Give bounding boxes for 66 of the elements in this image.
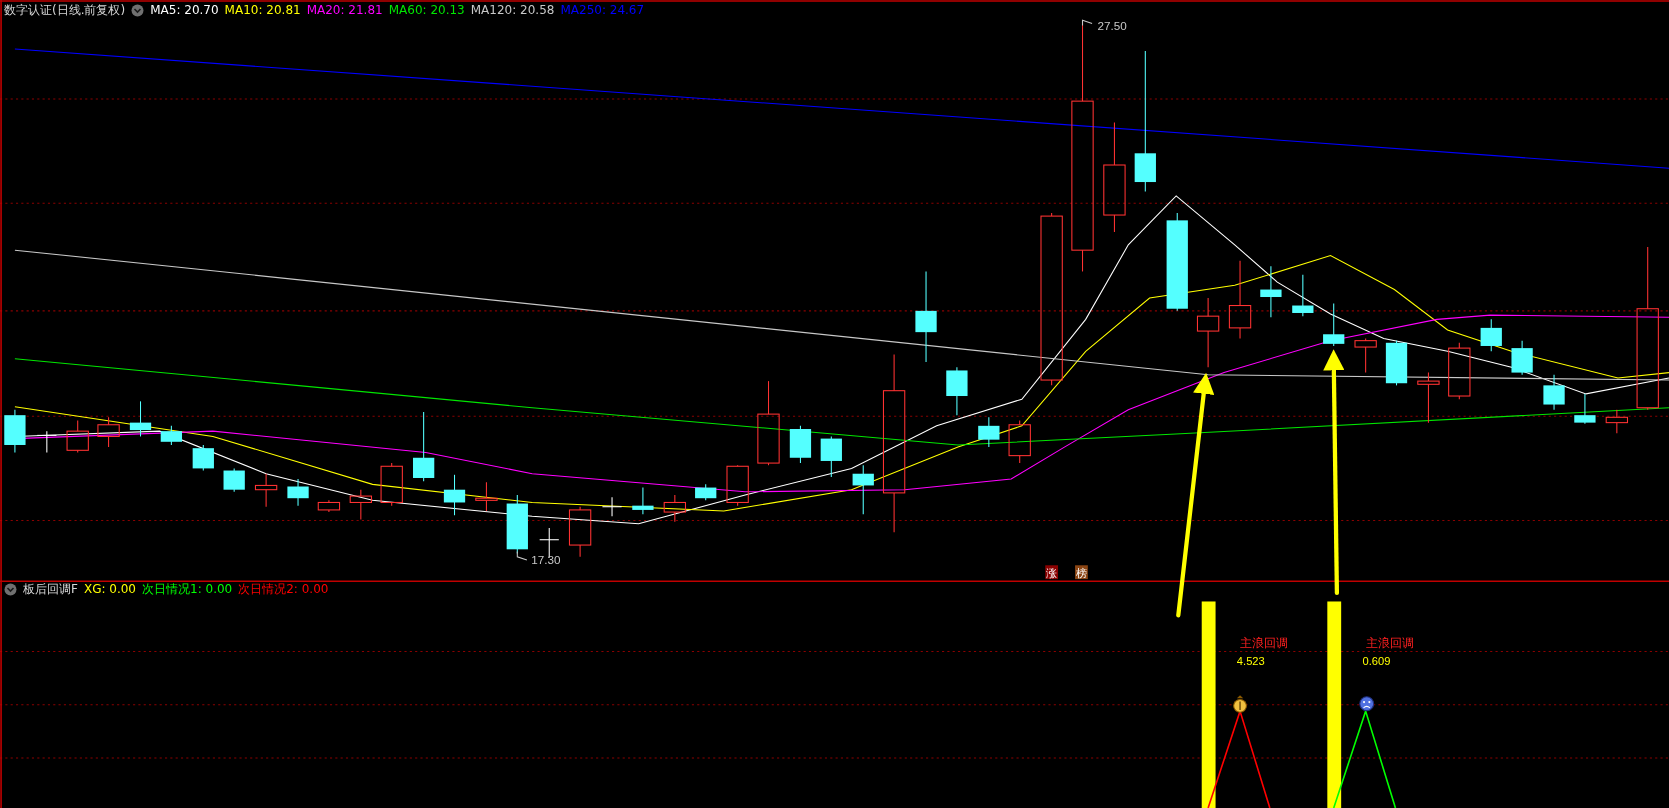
candlestick — [66, 419, 89, 453]
dropdown-icon[interactable] — [4, 582, 17, 596]
indicator-value: XG: 0.00 — [83, 581, 136, 597]
candlestick — [1196, 297, 1220, 368]
candlestick — [380, 462, 403, 507]
candlestick — [129, 400, 152, 437]
indicator-value: MA20: 21.81 — [306, 2, 383, 18]
price-label: 27.50 — [1097, 18, 1127, 32]
candlestick — [1292, 274, 1314, 317]
candlestick — [192, 444, 214, 472]
candlestick — [726, 464, 749, 507]
candlestick — [1574, 393, 1596, 425]
candlestick — [568, 506, 592, 558]
candlestick — [160, 425, 182, 446]
indicator-value: MA60: 20.13 — [388, 2, 465, 18]
badge-tag: 涨 — [1045, 565, 1059, 580]
signal-value: 0.609 — [1362, 655, 1391, 668]
candlestick — [978, 416, 1000, 448]
candlestick — [254, 473, 278, 508]
candlestick — [413, 411, 435, 482]
indicator-value: 次日情况2: 0.00 — [238, 581, 329, 597]
badge-tag: 榜 — [1075, 565, 1088, 580]
candlestick — [97, 416, 120, 448]
candlestick — [317, 499, 341, 513]
signal-label: 主浪回调 — [1365, 636, 1414, 651]
indicator-value: MA250: 24.67 — [560, 2, 645, 18]
dropdown-icon[interactable] — [131, 3, 145, 17]
candlestick — [1260, 265, 1282, 318]
candlestick — [36, 430, 57, 453]
candlestick — [1543, 374, 1565, 411]
candlestick — [1448, 342, 1471, 400]
indicator-value: 次日情况1: 0.00 — [142, 581, 233, 597]
candlestick — [287, 478, 309, 507]
candlestick — [789, 425, 812, 464]
leader-line — [1082, 19, 1093, 27]
money-bag-icon — [1233, 695, 1247, 713]
candlestick — [349, 489, 372, 521]
candlestick — [443, 474, 466, 516]
candlestick — [601, 496, 623, 517]
candlestick — [223, 467, 245, 493]
candlestick — [695, 483, 717, 501]
candlestick — [1511, 340, 1533, 376]
indicator-title: 板后回调F — [23, 581, 78, 597]
indicator-value: MA5: 20.70 — [150, 2, 219, 18]
signal-value: 4.523 — [1236, 655, 1265, 668]
indicator-value: MA10: 20.81 — [224, 2, 301, 18]
candlestick — [1480, 318, 1502, 352]
candlestick — [820, 435, 842, 478]
candlestick — [1008, 419, 1031, 464]
candlestick — [663, 494, 686, 523]
price-label: 17.30 — [531, 553, 561, 567]
indicator-value: MA120: 20.58 — [470, 2, 555, 18]
chart-title: 数字认证(日线.前复权) — [4, 2, 126, 18]
candlestick — [1323, 302, 1345, 347]
candlestick — [632, 487, 654, 515]
candlestick — [1385, 340, 1408, 386]
leader-line — [516, 550, 528, 561]
signal-label: 主浪回调 — [1240, 636, 1289, 651]
candlestick — [1605, 409, 1628, 434]
candlestick — [4, 409, 26, 453]
sad-face-icon — [1359, 696, 1375, 712]
candlestick — [475, 481, 498, 512]
candlestick — [852, 464, 874, 515]
candlestick — [1354, 338, 1377, 374]
candlestick — [1417, 372, 1440, 424]
candlestick — [946, 366, 968, 416]
